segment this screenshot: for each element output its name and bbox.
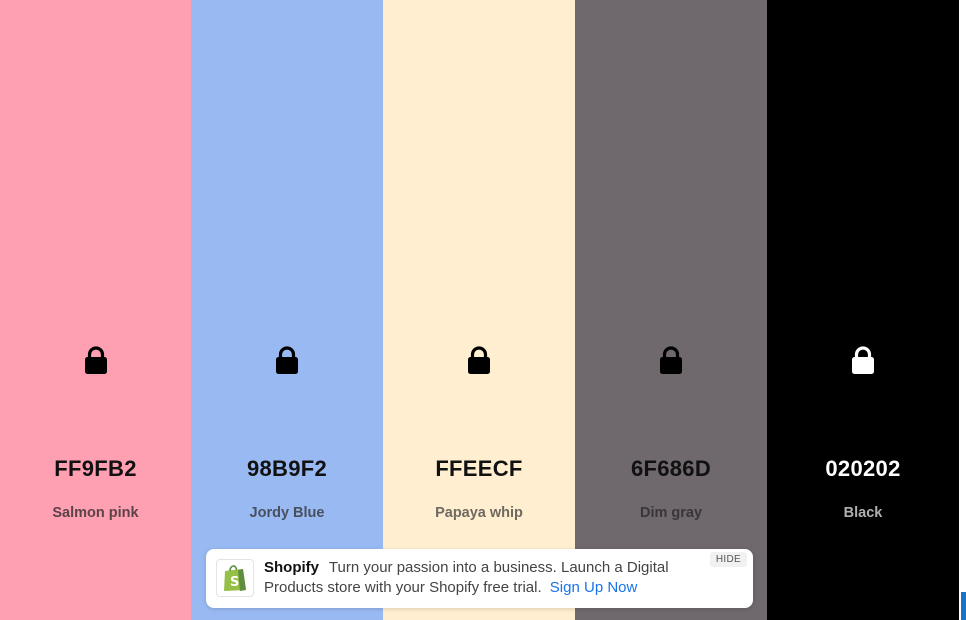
lock-icon[interactable]	[658, 345, 684, 375]
ad-text: Shopify Turn your passion into a busines…	[264, 558, 704, 597]
color-hex-code[interactable]: 6F686D	[575, 456, 767, 482]
color-hex-code[interactable]: FF9FB2	[0, 456, 191, 482]
color-hex-code[interactable]: 98B9F2	[191, 456, 383, 482]
color-name: Black	[843, 505, 883, 521]
color-swatch-dim-gray[interactable]: 6F686D Dim gray	[575, 0, 767, 620]
lock-icon[interactable]	[850, 345, 876, 375]
color-hex-code[interactable]: FFEECF	[383, 456, 575, 482]
lock-icon[interactable]	[274, 345, 300, 375]
color-name: Papaya whip	[435, 505, 523, 521]
color-swatch-jordy-blue[interactable]: 98B9F2 Jordy Blue	[191, 0, 383, 620]
color-swatch-papaya-whip[interactable]: FFEECF Papaya whip	[383, 0, 575, 620]
lock-icon[interactable]	[466, 345, 492, 375]
lock-icon[interactable]	[83, 345, 109, 375]
color-name: Dim gray	[639, 505, 703, 521]
hide-ad-button[interactable]: HIDE	[709, 552, 747, 567]
shopify-bag-icon[interactable]: S	[216, 559, 254, 597]
window-edge	[959, 0, 966, 620]
color-hex-code[interactable]: 020202	[767, 456, 959, 482]
color-name: Jordy Blue	[249, 505, 325, 521]
shopify-ad-banner[interactable]: S Shopify Turn your passion into a busin…	[206, 549, 753, 608]
color-palette: FF9FB2 Salmon pink 98B9F2 Jordy Blue FFE…	[0, 0, 966, 620]
color-name: Salmon pink	[52, 505, 139, 521]
svg-text:S: S	[230, 575, 239, 590]
color-swatch-black[interactable]: 020202 Black	[767, 0, 959, 620]
ad-brand[interactable]: Shopify	[264, 559, 319, 576]
sign-up-link[interactable]: Sign Up Now	[550, 579, 638, 596]
color-swatch-salmon-pink[interactable]: FF9FB2 Salmon pink	[0, 0, 191, 620]
scroll-indicator	[961, 592, 966, 620]
